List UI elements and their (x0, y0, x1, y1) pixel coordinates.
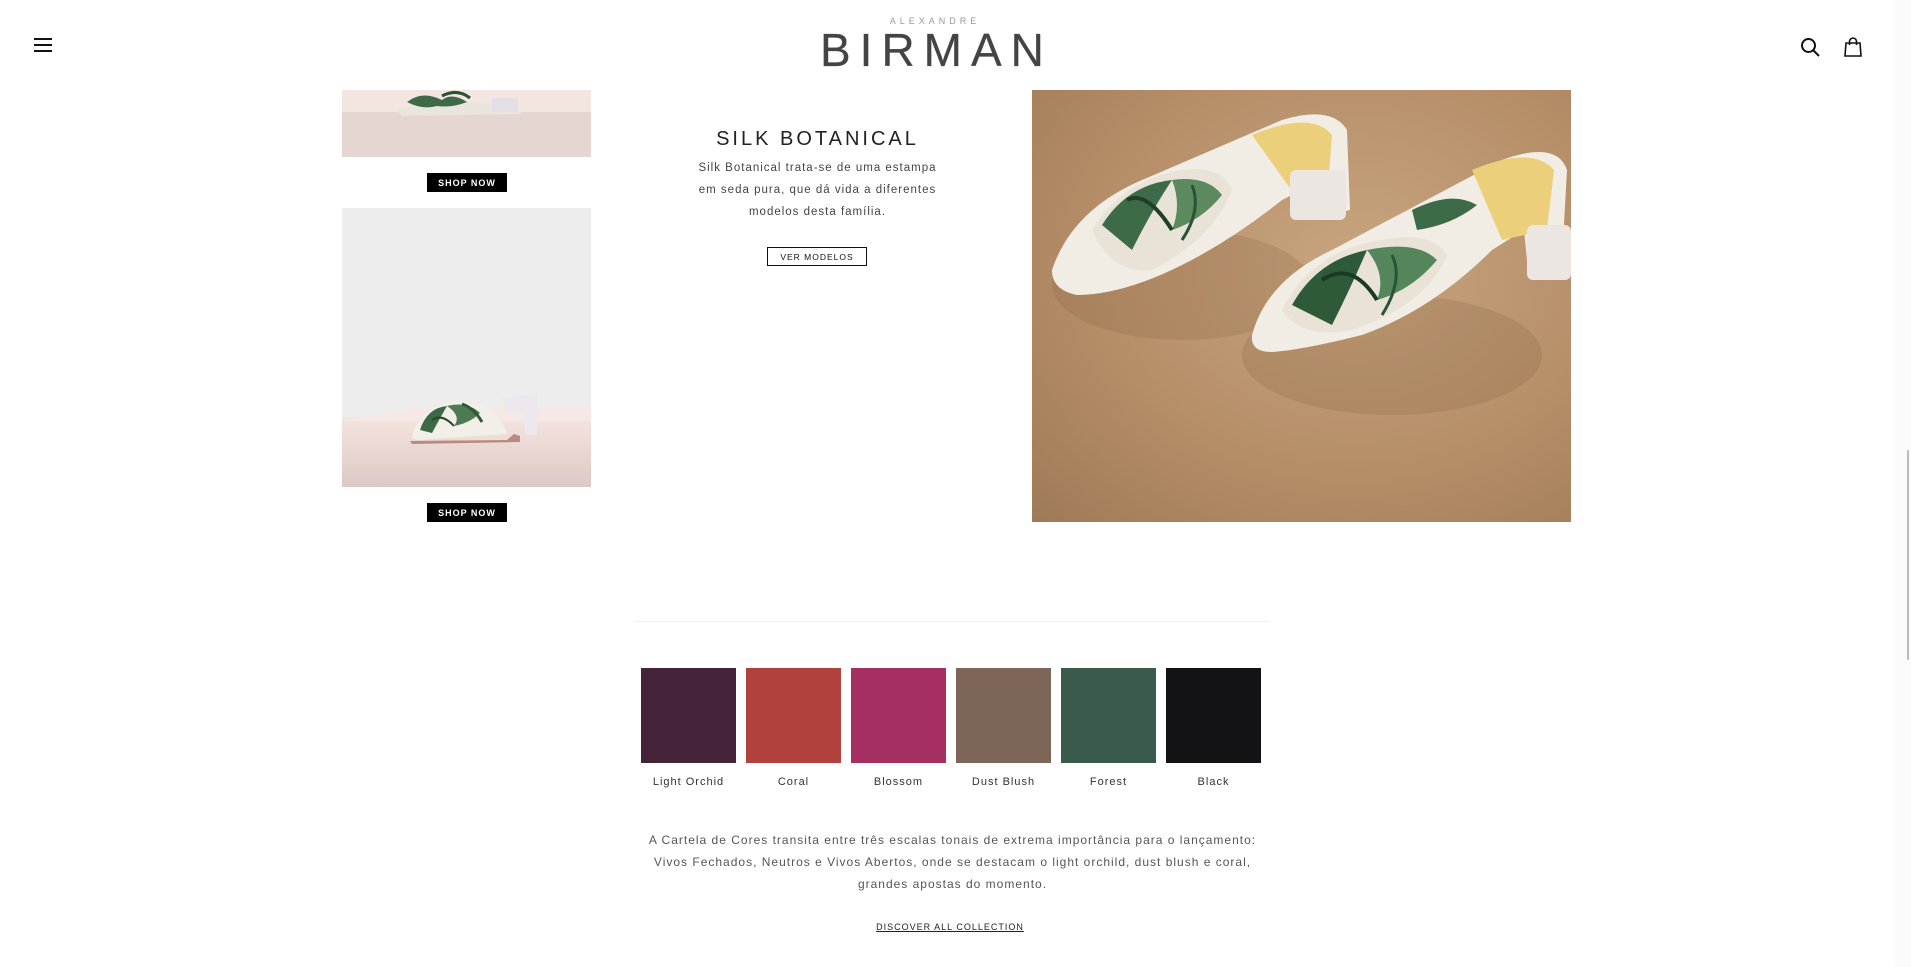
brand-logo[interactable]: ALEXANDRE BIRMAN (820, 16, 1050, 74)
sandal-illustration-top (397, 91, 522, 116)
shop-now-button-bottom[interactable]: SHOP NOW (427, 503, 507, 522)
color-swatch[interactable] (956, 668, 1051, 763)
palette-description: A Cartela de Cores transita entre três e… (648, 833, 1257, 891)
logo-title: BIRMAN (820, 24, 1053, 76)
color-swatch[interactable] (746, 668, 841, 763)
search-icon[interactable] (1800, 37, 1820, 57)
color-swatch[interactable] (641, 668, 736, 763)
color-swatch[interactable] (1166, 668, 1261, 763)
view-models-button[interactable]: VER MODELOS (767, 247, 867, 266)
color-swatch[interactable] (1061, 668, 1156, 763)
scrollbar-thumb[interactable] (1907, 450, 1909, 660)
color-swatch-label: Forest (1089, 776, 1128, 788)
color-swatch[interactable] (851, 668, 946, 763)
shop-now-button-top[interactable]: SHOP NOW (427, 173, 507, 192)
hero-product-image[interactable] (1032, 90, 1571, 522)
product-image-bottom[interactable] (342, 208, 591, 487)
section-divider (635, 621, 1269, 622)
collection-description: Silk Botanical trata-se de uma estampa e… (698, 162, 937, 218)
hamburger-menu-icon[interactable] (34, 38, 52, 52)
color-swatch-label: Blossom (873, 776, 924, 788)
site-header: ALEXANDRE BIRMAN (0, 0, 1895, 90)
collection-title: SILK BOTANICAL (716, 128, 919, 150)
color-swatch-label: Light Orchid (652, 776, 725, 788)
color-swatch-label: Coral (777, 776, 810, 788)
sandal-illustration-bottom (410, 394, 537, 444)
discover-collection-link[interactable]: DISCOVER ALL COLLECTION (850, 922, 1050, 932)
sandals-pair-illustration (1052, 114, 1571, 415)
shopping-bag-icon[interactable] (1844, 37, 1862, 57)
color-swatch-label: Dust Blush (971, 776, 1036, 788)
product-image-top[interactable] (342, 90, 591, 157)
color-swatch-label: Black (1197, 776, 1230, 788)
